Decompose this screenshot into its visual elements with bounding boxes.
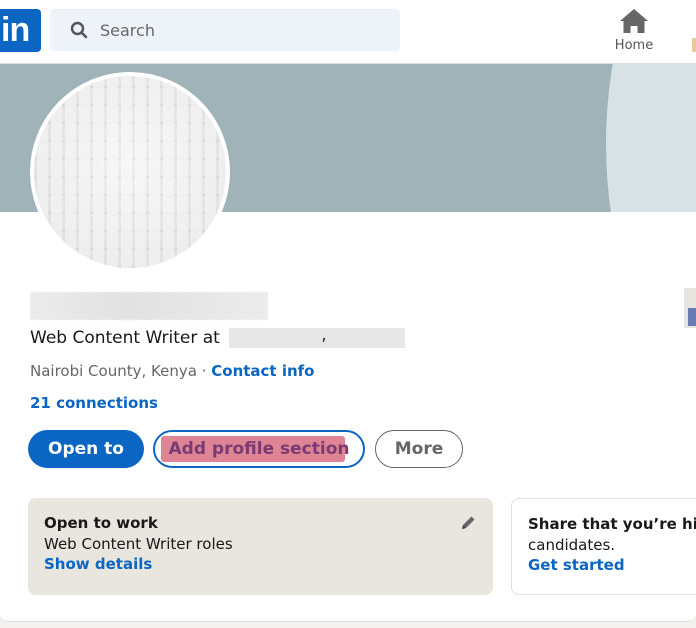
open-to-button[interactable]: Open to <box>28 430 144 468</box>
nav-next-item-partial[interactable] <box>692 38 696 52</box>
contact-info-link[interactable]: Contact info <box>211 362 314 380</box>
add-profile-section-button[interactable]: Add profile section <box>153 430 365 468</box>
add-profile-section-label: Add profile section <box>168 439 350 459</box>
side-panel-image-partial <box>688 308 696 326</box>
open-to-work-title: Open to work <box>44 514 158 532</box>
get-started-link[interactable]: Get started <box>528 556 625 574</box>
hiring-subtitle: candidates. <box>528 536 616 554</box>
search-input[interactable] <box>100 9 390 51</box>
more-button[interactable]: More <box>375 430 463 468</box>
open-to-work-subtitle: Web Content Writer roles <box>44 535 233 553</box>
show-details-link[interactable]: Show details <box>44 555 152 573</box>
headline-text: Web Content Writer at <box>30 328 220 348</box>
nav-home-label: Home <box>614 38 654 53</box>
connections-link[interactable]: 21 connections <box>30 394 158 412</box>
hiring-title: Share that you’re hiring and attract qua… <box>528 515 696 533</box>
profile-card: Web Content Writer at Nairobi County, Ke… <box>0 64 696 622</box>
search-box[interactable] <box>50 9 400 51</box>
banner-decoration <box>606 64 696 212</box>
profile-name-redacted <box>30 292 268 320</box>
search-icon <box>70 21 88 39</box>
profile-location-row: Nairobi County, Kenya · Contact info <box>30 362 314 380</box>
profile-headline: Web Content Writer at <box>30 325 406 348</box>
nav-home[interactable]: Home <box>606 6 662 60</box>
profile-avatar[interactable] <box>30 72 230 272</box>
headline-company-redacted <box>229 325 406 348</box>
home-icon <box>620 9 648 33</box>
top-navigation-bar: in Home <box>0 0 696 64</box>
location-text: Nairobi County, Kenya <box>30 362 197 380</box>
pencil-icon[interactable] <box>459 514 477 532</box>
hiring-card: Share that you’re hiring and attract qua… <box>511 498 696 595</box>
separator-dot: · <box>201 362 207 380</box>
open-to-work-card: Open to work Web Content Writer roles Sh… <box>28 498 493 595</box>
linkedin-logo[interactable]: in <box>0 9 41 52</box>
